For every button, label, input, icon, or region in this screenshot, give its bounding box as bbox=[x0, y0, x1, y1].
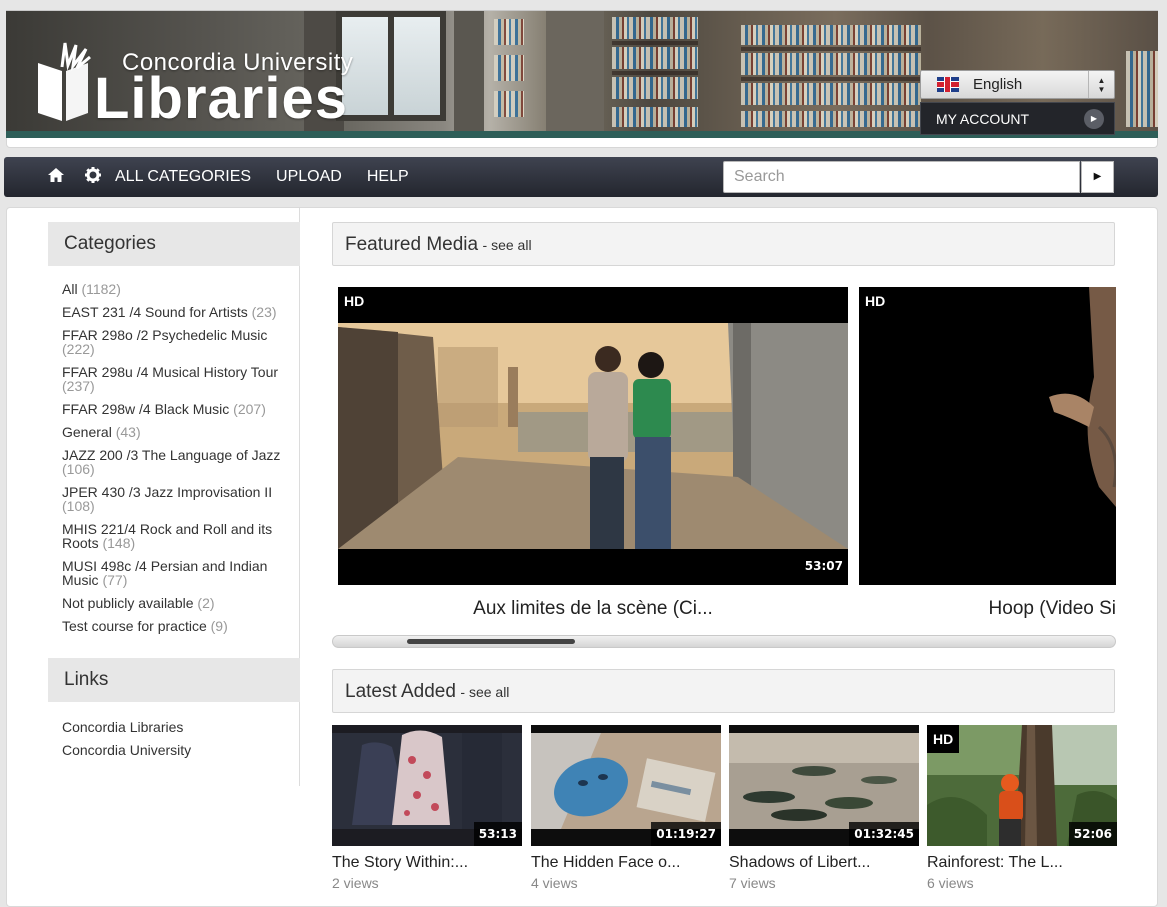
category-list: All (1182) EAST 231 /4 Sound for Artists … bbox=[62, 282, 287, 642]
category-name: General bbox=[62, 424, 112, 440]
play-arrow-icon: ▶ bbox=[1084, 108, 1104, 129]
latest-video-2[interactable]: 01:19:27 bbox=[531, 725, 721, 846]
search-submit-button[interactable]: ▶ bbox=[1081, 161, 1114, 193]
featured-video-2-thumbnail bbox=[859, 287, 1116, 585]
select-arrows-icon: ▲ ▼ bbox=[1088, 71, 1114, 98]
my-account-button[interactable]: MY ACCOUNT ▶ bbox=[920, 102, 1115, 135]
latest-see-all-link[interactable]: - see all bbox=[460, 684, 509, 700]
link-concordia-university[interactable]: Concordia University bbox=[62, 743, 191, 757]
category-name: Not publicly available bbox=[62, 595, 194, 611]
category-item[interactable]: FFAR 298w /4 Black Music (207) bbox=[62, 402, 287, 416]
latest-video-3[interactable]: 01:32:45 bbox=[729, 725, 919, 846]
video-duration: 53:07 bbox=[799, 555, 848, 585]
category-item[interactable]: MHIS 221/4 Rock and Roll and its Roots (… bbox=[62, 522, 287, 550]
language-selected-label: English bbox=[973, 76, 1023, 93]
category-name: JAZZ 200 /3 The Language of Jazz bbox=[62, 447, 281, 463]
latest-video-1-views: 2 views bbox=[332, 875, 379, 891]
category-name: MUSI 498c /4 Persian and Indian Music bbox=[62, 558, 268, 588]
latest-video-4-views: 6 views bbox=[927, 875, 974, 891]
category-item[interactable]: Not publicly available (2) bbox=[62, 596, 287, 610]
featured-video-1-title[interactable]: Aux limites de la scène (Ci... bbox=[338, 598, 848, 620]
category-count: (43) bbox=[115, 424, 141, 440]
latest-video-4[interactable]: HD 52:06 bbox=[927, 725, 1117, 846]
category-count: (106) bbox=[62, 461, 95, 477]
latest-added-title: Latest Added bbox=[345, 681, 456, 702]
featured-media-title: Featured Media bbox=[345, 234, 479, 255]
hd-badge: HD bbox=[338, 287, 371, 315]
links-list: Concordia Libraries Concordia University bbox=[62, 720, 191, 766]
latest-video-4-title[interactable]: Rainforest: The L... bbox=[927, 854, 1063, 872]
video-duration: 01:32:45 bbox=[849, 822, 919, 846]
video-duration: 01:19:27 bbox=[651, 822, 721, 846]
hd-badge: HD bbox=[927, 725, 960, 753]
category-item[interactable]: MUSI 498c /4 Persian and Indian Music (7… bbox=[62, 559, 287, 587]
featured-video-1-thumbnail bbox=[338, 323, 848, 549]
language-select[interactable]: English ▲ ▼ bbox=[920, 70, 1115, 99]
category-item[interactable]: Test course for practice (9) bbox=[62, 619, 287, 633]
featured-video-1[interactable]: HD 53:07 bbox=[338, 287, 848, 585]
featured-see-all-link[interactable]: - see all bbox=[483, 237, 532, 253]
category-count: (108) bbox=[62, 498, 95, 514]
category-name: MHIS 221/4 Rock and Roll and its Roots bbox=[62, 521, 273, 551]
featured-video-2-title[interactable]: Hoop (Video Si bbox=[859, 598, 1116, 620]
main-navigation: ALL CATEGORIES UPLOAD HELP ▶ bbox=[4, 157, 1158, 197]
category-item[interactable]: FFAR 298o /2 Psychedelic Music (222) bbox=[62, 328, 287, 356]
library-banner: Concordia University Libraries English ▲… bbox=[6, 10, 1158, 138]
category-count: (23) bbox=[251, 304, 277, 320]
nav-all-categories[interactable]: ALL CATEGORIES bbox=[115, 168, 251, 186]
category-name: FFAR 298w /4 Black Music bbox=[62, 401, 230, 417]
sidebar: Categories All (1182) EAST 231 /4 Sound f… bbox=[7, 208, 300, 786]
latest-video-2-views: 4 views bbox=[531, 875, 578, 891]
category-item[interactable]: EAST 231 /4 Sound for Artists (23) bbox=[62, 305, 287, 319]
nav-upload[interactable]: UPLOAD bbox=[276, 168, 342, 186]
category-item[interactable]: JPER 430 /3 Jazz Improvisation II (108) bbox=[62, 485, 287, 513]
latest-video-1-title[interactable]: The Story Within:... bbox=[332, 854, 468, 872]
content-panel: Categories All (1182) EAST 231 /4 Sound f… bbox=[6, 207, 1158, 907]
category-name: All bbox=[62, 281, 78, 297]
library-book-logo-icon bbox=[38, 42, 91, 121]
home-icon[interactable] bbox=[48, 168, 64, 186]
video-duration: 53:13 bbox=[473, 822, 522, 846]
banner-frame bbox=[6, 138, 1158, 148]
nav-help[interactable]: HELP bbox=[367, 168, 409, 186]
my-account-label: MY ACCOUNT bbox=[936, 110, 1030, 127]
uk-flag-icon bbox=[937, 77, 959, 92]
category-count: (207) bbox=[233, 401, 266, 417]
categories-heading: Categories bbox=[48, 222, 300, 266]
featured-media-header: Featured Media - see all bbox=[332, 222, 1115, 266]
category-name: Test course for practice bbox=[62, 618, 207, 634]
category-count: (2) bbox=[197, 595, 215, 611]
gear-icon[interactable] bbox=[85, 167, 101, 187]
latest-video-1[interactable]: 53:13 bbox=[332, 725, 522, 846]
link-concordia-libraries[interactable]: Concordia Libraries bbox=[62, 720, 191, 734]
category-name: EAST 231 /4 Sound for Artists bbox=[62, 304, 248, 320]
latest-added-header: Latest Added - see all bbox=[332, 669, 1115, 713]
featured-carousel-scrollbar[interactable] bbox=[332, 635, 1116, 648]
latest-video-2-title[interactable]: The Hidden Face o... bbox=[531, 854, 680, 872]
carousel-scroll-thumb[interactable] bbox=[407, 639, 575, 644]
category-item[interactable]: General (43) bbox=[62, 425, 287, 439]
video-duration: 52:06 bbox=[1068, 822, 1117, 846]
category-count: (1182) bbox=[81, 281, 121, 297]
category-count: (222) bbox=[62, 341, 95, 357]
category-item[interactable]: FFAR 298u /4 Musical History Tour (237) bbox=[62, 365, 287, 393]
category-item[interactable]: All (1182) bbox=[62, 282, 287, 296]
latest-video-3-views: 7 views bbox=[729, 875, 776, 891]
logo-libraries-text: Libraries bbox=[94, 66, 348, 131]
search-input[interactable] bbox=[723, 161, 1080, 193]
featured-video-2[interactable]: HD bbox=[859, 287, 1116, 585]
category-count: (237) bbox=[62, 378, 95, 394]
category-count: (77) bbox=[102, 572, 128, 588]
category-count: (148) bbox=[102, 535, 136, 551]
hd-badge: HD bbox=[859, 287, 892, 315]
latest-video-3-title[interactable]: Shadows of Libert... bbox=[729, 854, 870, 872]
category-item[interactable]: JAZZ 200 /3 The Language of Jazz (106) bbox=[62, 448, 287, 476]
links-heading: Links bbox=[48, 658, 300, 702]
category-count: (9) bbox=[210, 618, 228, 634]
